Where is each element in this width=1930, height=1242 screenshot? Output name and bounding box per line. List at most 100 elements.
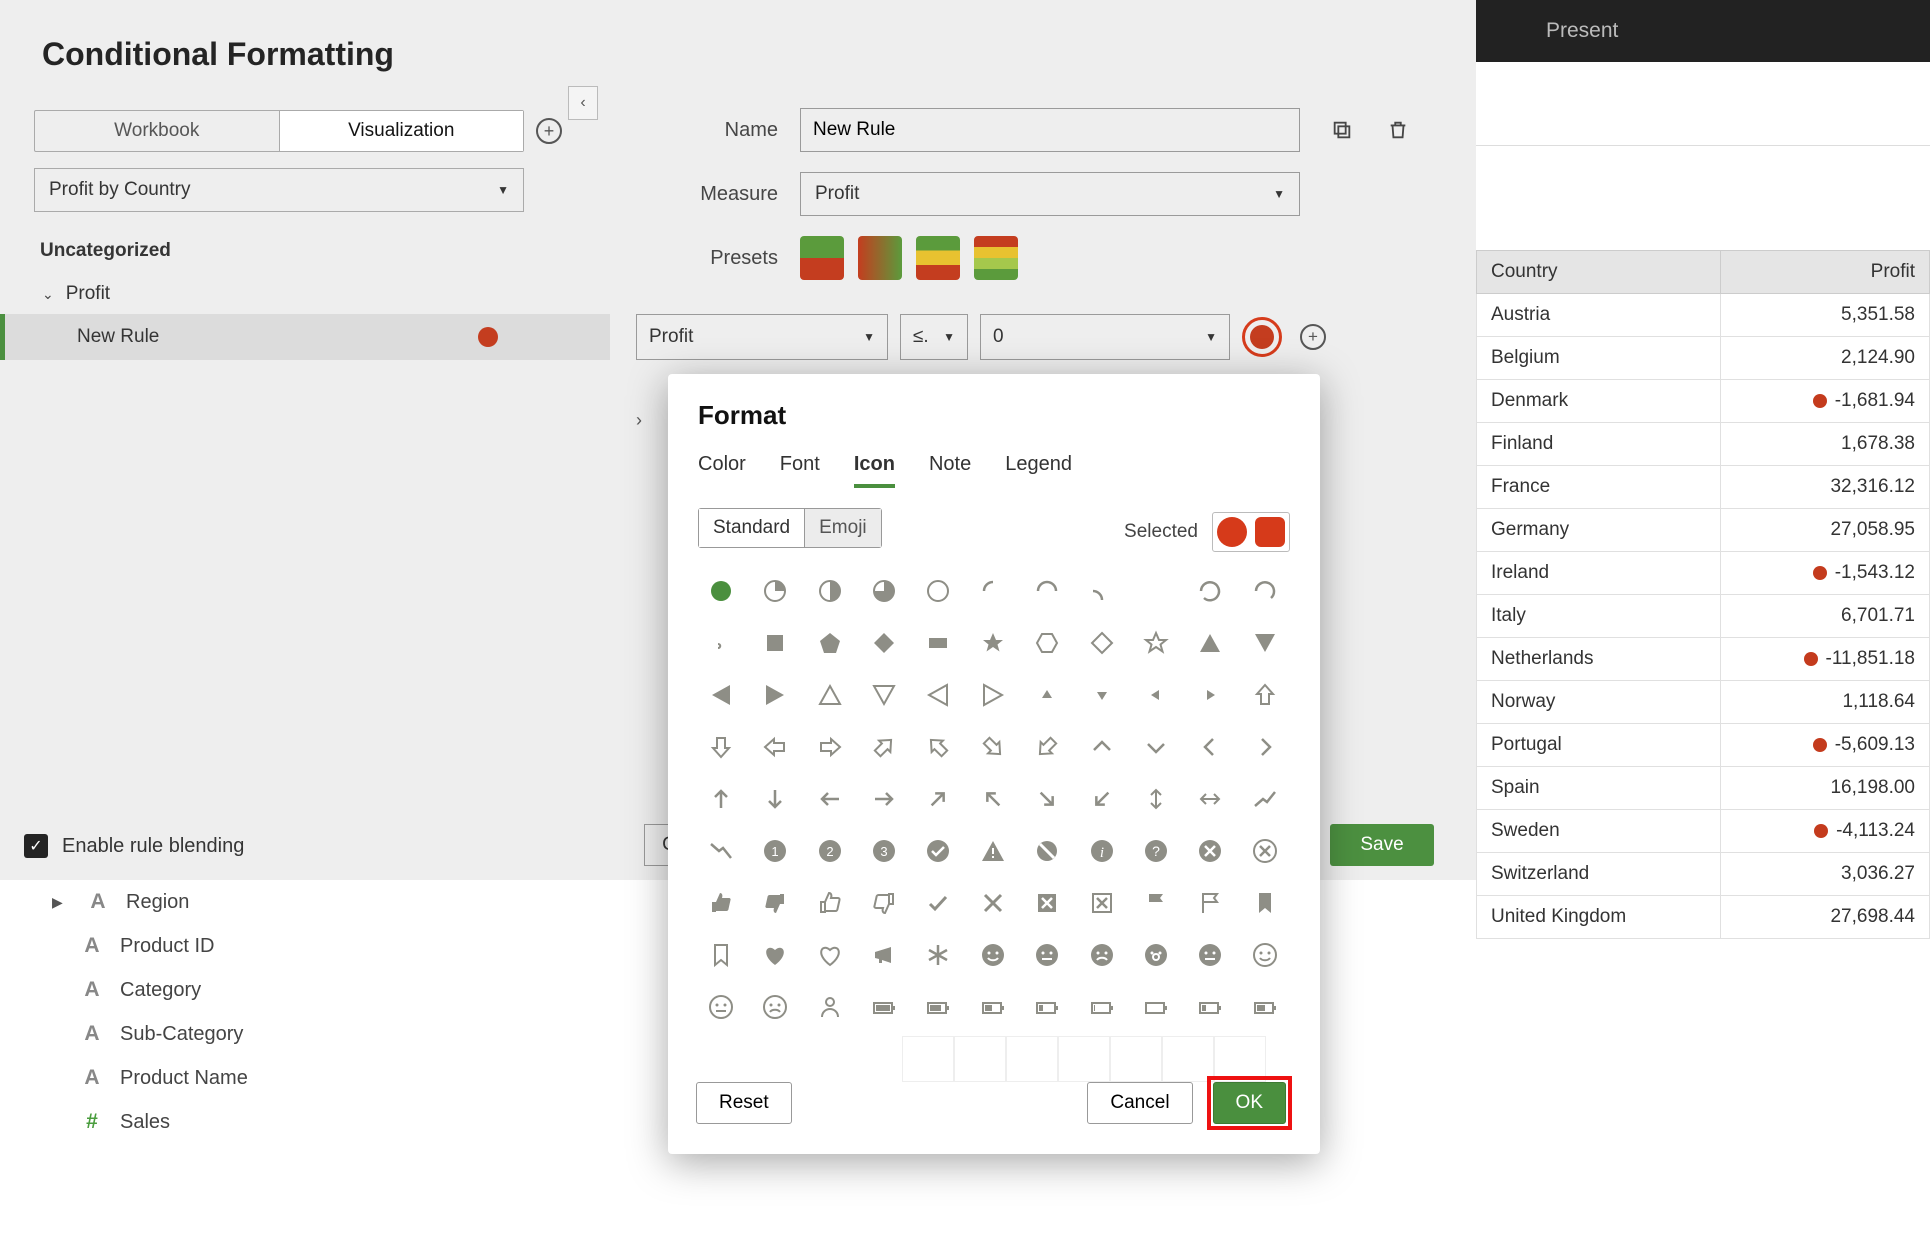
- enable-blending-row[interactable]: ✓ Enable rule blending: [24, 834, 244, 858]
- field-sub-category[interactable]: ASub-Category: [30, 1012, 375, 1056]
- thumb-up-outline-icon[interactable]: [807, 880, 853, 926]
- delete-icon[interactable]: [1384, 116, 1412, 144]
- num-2-icon[interactable]: 2: [807, 828, 853, 874]
- ban-icon[interactable]: [1024, 828, 1070, 874]
- field-product-name[interactable]: AProduct Name: [30, 1056, 375, 1100]
- warning-icon[interactable]: [970, 828, 1016, 874]
- battery-full-icon[interactable]: [861, 984, 907, 1030]
- arrow-sw-outline-icon[interactable]: [1024, 724, 1070, 770]
- arrows-h-icon[interactable]: [1187, 776, 1233, 822]
- table-row[interactable]: Switzerland3,036.27: [1477, 853, 1930, 896]
- cond-op-select[interactable]: ≤.▼: [900, 314, 968, 360]
- arrow-right-outline-icon[interactable]: [807, 724, 853, 770]
- triangle-down-icon[interactable]: [1242, 620, 1288, 666]
- arrow-up-outline-icon[interactable]: [1242, 672, 1288, 718]
- heart-filled-icon[interactable]: [752, 932, 798, 978]
- face-neutral-outline-icon[interactable]: [698, 984, 744, 1030]
- small-up-icon[interactable]: [1024, 672, 1070, 718]
- field-region[interactable]: ▶ARegion: [30, 880, 375, 924]
- tab-color[interactable]: Color: [698, 453, 746, 488]
- arrows-v-icon[interactable]: [1133, 776, 1179, 822]
- check-icon[interactable]: [915, 880, 961, 926]
- tri-right-outline-icon[interactable]: [970, 672, 1016, 718]
- rect-icon[interactable]: [915, 620, 961, 666]
- chevron-right-icon[interactable]: [1242, 724, 1288, 770]
- table-row[interactable]: Portugal-5,609.13: [1477, 724, 1930, 767]
- preset-2[interactable]: [858, 236, 902, 280]
- arc4-icon[interactable]: [1133, 568, 1179, 614]
- tri-left-outline-icon[interactable]: [915, 672, 961, 718]
- arc1-icon[interactable]: [970, 568, 1016, 614]
- table-row[interactable]: France32,316.12: [1477, 466, 1930, 509]
- table-row[interactable]: Austria5,351.58: [1477, 294, 1930, 337]
- battery-empty-icon[interactable]: [1079, 984, 1125, 1030]
- circle-half-icon[interactable]: [807, 568, 853, 614]
- selected-shape-icon[interactable]: [1217, 517, 1247, 547]
- caret-up-icon[interactable]: [1079, 724, 1125, 770]
- x-box-outline-icon[interactable]: [1079, 880, 1125, 926]
- square-filled-icon[interactable]: [752, 620, 798, 666]
- table-row[interactable]: Finland1,678.38: [1477, 423, 1930, 466]
- tab-font[interactable]: Font: [780, 453, 820, 488]
- battery-75-icon[interactable]: [915, 984, 961, 1030]
- field-product-id[interactable]: AProduct ID: [30, 924, 375, 968]
- cond-field-select[interactable]: Profit▼: [636, 314, 888, 360]
- duplicate-icon[interactable]: [1328, 116, 1356, 144]
- tab-icon[interactable]: Icon: [854, 453, 895, 488]
- diamond-outline-icon[interactable]: [1079, 620, 1125, 666]
- measure-select[interactable]: Profit ▼: [800, 172, 1300, 216]
- cond-value-select[interactable]: 0▼: [980, 314, 1230, 360]
- reset-button[interactable]: Reset: [696, 1082, 792, 1124]
- table-row[interactable]: Denmark-1,681.94: [1477, 380, 1930, 423]
- triangle-up-icon[interactable]: [1187, 620, 1233, 666]
- selected-color-swatch[interactable]: [1255, 517, 1285, 547]
- table-row[interactable]: Spain16,198.00: [1477, 767, 1930, 810]
- trend-up-icon[interactable]: [1242, 776, 1288, 822]
- x-icon[interactable]: [970, 880, 1016, 926]
- mode-standard[interactable]: Standard: [699, 509, 805, 547]
- mode-emoji[interactable]: Emoji: [805, 509, 881, 547]
- arrow-right-icon[interactable]: [861, 776, 907, 822]
- tri-left-icon[interactable]: [698, 672, 744, 718]
- face-smile-icon[interactable]: [970, 932, 1016, 978]
- battery-outline-icon[interactable]: [1133, 984, 1179, 1030]
- star-outline-icon[interactable]: [1133, 620, 1179, 666]
- tree-item-profit[interactable]: ⌄ Profit: [34, 274, 524, 314]
- megaphone-icon[interactable]: [861, 932, 907, 978]
- heart-outline-icon[interactable]: [807, 932, 853, 978]
- table-row[interactable]: Sweden-4,113.24: [1477, 810, 1930, 853]
- bookmark-filled-icon[interactable]: [1242, 880, 1288, 926]
- preset-1[interactable]: [800, 236, 844, 280]
- tri-up-outline-icon[interactable]: [807, 672, 853, 718]
- trend-down-icon[interactable]: [698, 828, 744, 874]
- question-icon[interactable]: ?: [1133, 828, 1179, 874]
- arrow-ne-outline-icon[interactable]: [861, 724, 907, 770]
- face-neutral-icon[interactable]: [1024, 932, 1070, 978]
- circle-q3-icon[interactable]: [861, 568, 907, 614]
- expand-row[interactable]: ›: [636, 410, 642, 431]
- checkbox-checked-icon[interactable]: ✓: [24, 834, 48, 858]
- col-country[interactable]: Country: [1477, 251, 1721, 294]
- tri-down-outline-icon[interactable]: [861, 672, 907, 718]
- ok-button[interactable]: OK: [1213, 1082, 1286, 1124]
- info-icon[interactable]: i: [1079, 828, 1125, 874]
- x-box-filled-icon[interactable]: [1024, 880, 1070, 926]
- battery-low-icon[interactable]: [1187, 984, 1233, 1030]
- arc2-icon[interactable]: [1024, 568, 1070, 614]
- arrow-down-outline-icon[interactable]: [698, 724, 744, 770]
- viz-selector[interactable]: Profit by Country ▼: [34, 168, 524, 212]
- diamond-icon[interactable]: [861, 620, 907, 666]
- thumb-down-icon[interactable]: [752, 880, 798, 926]
- arc5-icon[interactable]: [1187, 568, 1233, 614]
- arrow-ne-icon[interactable]: [915, 776, 961, 822]
- tree-item-new-rule[interactable]: New Rule: [0, 314, 610, 360]
- tab-visualization[interactable]: Visualization: [280, 111, 524, 151]
- table-row[interactable]: Netherlands-11,851.18: [1477, 638, 1930, 681]
- table-row[interactable]: Norway1,118.64: [1477, 681, 1930, 724]
- tab-workbook[interactable]: Workbook: [35, 111, 280, 151]
- cancel-button[interactable]: Cancel: [1087, 1082, 1192, 1124]
- circle-outline-icon[interactable]: [915, 568, 961, 614]
- thumb-down-outline-icon[interactable]: [861, 880, 907, 926]
- small-left-icon[interactable]: [1133, 672, 1179, 718]
- field-sales[interactable]: #Sales: [30, 1100, 375, 1144]
